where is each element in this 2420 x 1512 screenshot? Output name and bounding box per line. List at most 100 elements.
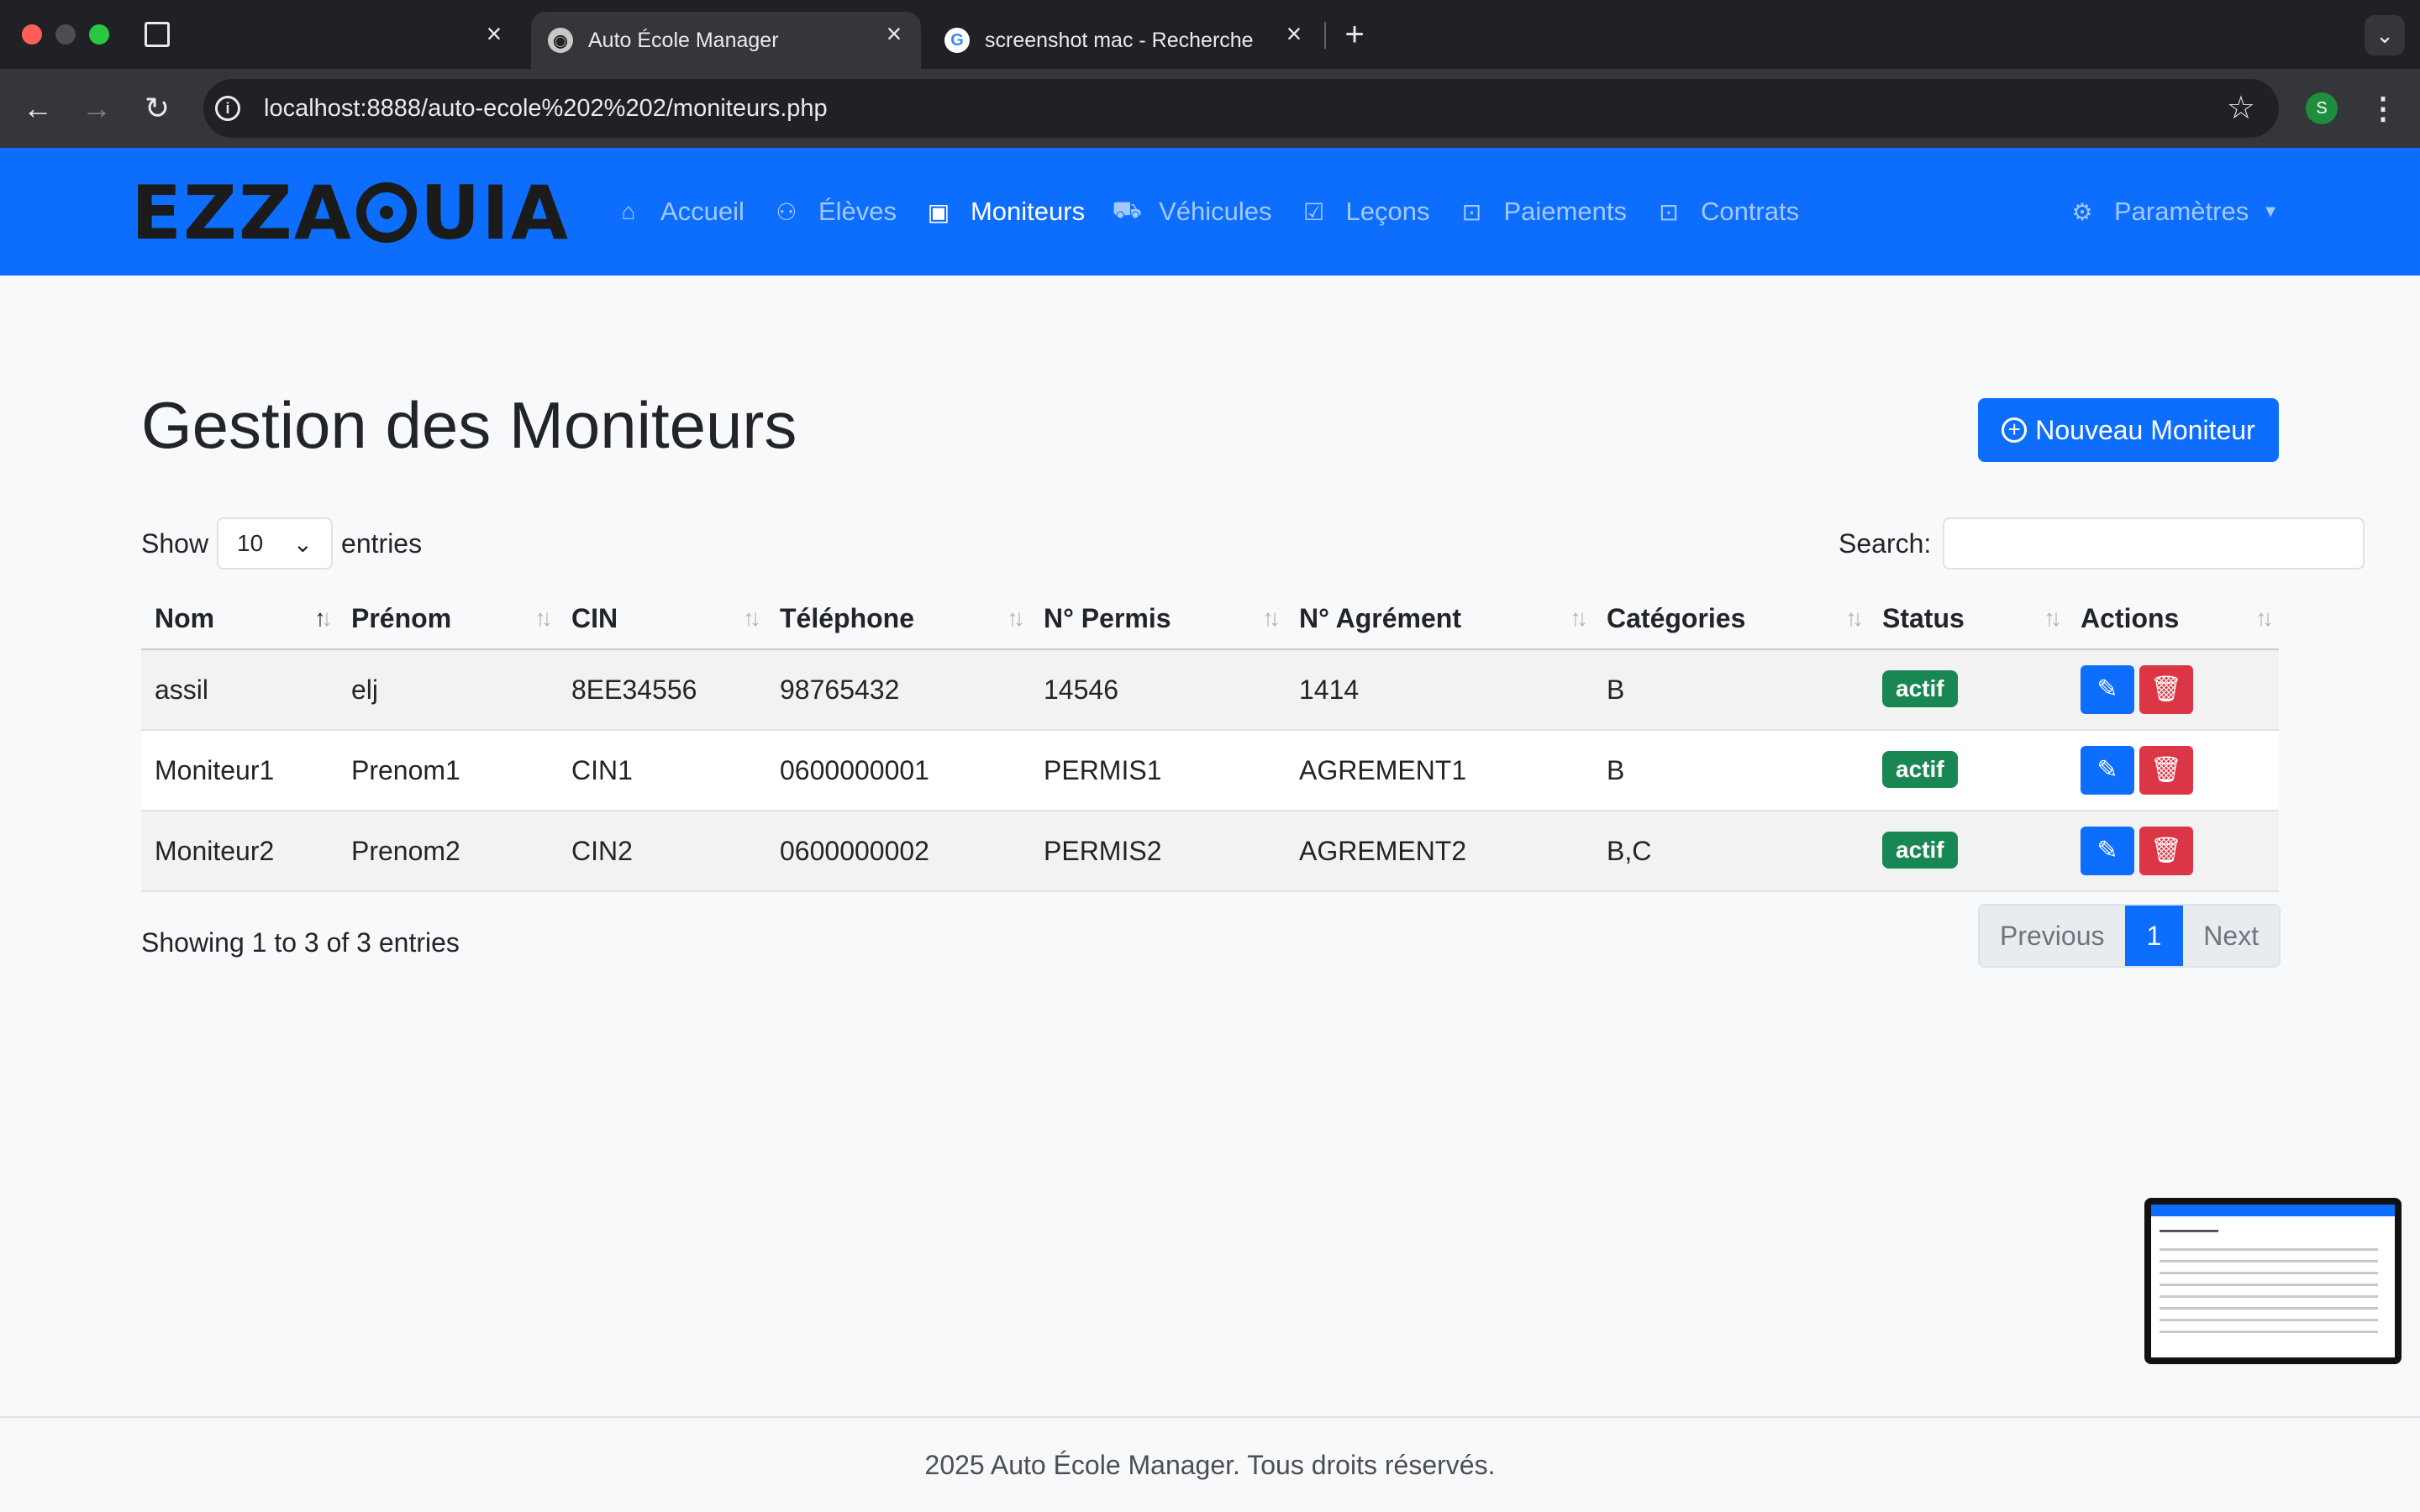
column-header-cin[interactable]: CIN ↑↓ bbox=[558, 588, 766, 650]
nav-item-paiements[interactable]: ⊡ Paiements bbox=[1456, 197, 1627, 227]
thumbnail-line bbox=[2160, 1319, 2378, 1321]
nav-item-accueil[interactable]: ⌂ Accueil bbox=[613, 197, 744, 227]
tab-google-search[interactable]: G screenshot mac - Recherche bbox=[928, 12, 1281, 69]
pagination-next[interactable]: Next bbox=[2183, 906, 2280, 966]
column-header-label: CIN bbox=[571, 602, 618, 633]
sort-icon: ↑↓ bbox=[1845, 605, 1864, 631]
thumbnail-line bbox=[2160, 1272, 2378, 1274]
cell-cin: 8EE34556 bbox=[558, 649, 766, 731]
bookmark-star-icon[interactable]: ☆ bbox=[2227, 89, 2255, 128]
nav-item-vehicules[interactable]: ⛟ Véhicules bbox=[1112, 197, 1271, 227]
thumbnail-preview bbox=[2151, 1205, 2395, 1357]
delete-button[interactable]: 🗑 bbox=[2139, 827, 2193, 875]
pinned-tab-icon[interactable] bbox=[145, 22, 170, 47]
column-header-status[interactable]: Status ↑↓ bbox=[1869, 588, 2067, 650]
search-label: Search: bbox=[1839, 528, 1932, 559]
column-header-permis[interactable]: N° Permis ↑↓ bbox=[1030, 588, 1286, 650]
column-header-telephone[interactable]: Téléphone ↑↓ bbox=[766, 588, 1030, 650]
column-header-nom[interactable]: Nom ↑↓ bbox=[141, 588, 338, 650]
forward-arrow-icon[interactable]: → bbox=[76, 87, 118, 129]
settings-dropdown[interactable]: ⚙ Paramètres ▼ bbox=[2067, 148, 2279, 276]
sort-asc-icon: ↑↓ bbox=[314, 605, 333, 631]
cell-actions: ✎ 🗑 bbox=[2067, 811, 2279, 892]
browser-menu-icon[interactable]: ⋮ bbox=[2368, 87, 2398, 129]
cell-nom: Moniteur2 bbox=[141, 811, 338, 892]
profile-avatar[interactable]: S bbox=[2306, 92, 2338, 124]
column-header-label: N° Agrément bbox=[1299, 602, 1461, 633]
sort-icon: ↑↓ bbox=[2255, 605, 2274, 631]
reload-icon[interactable]: ↻ bbox=[136, 87, 178, 129]
chevron-down-icon: ⌄ bbox=[292, 530, 313, 557]
cell-permis: PERMIS2 bbox=[1030, 811, 1286, 892]
cell-agrement: 1414 bbox=[1286, 649, 1593, 731]
address-bar[interactable]: i localhost:8888/auto-ecole%202%202/moni… bbox=[203, 79, 2279, 138]
window-close-button[interactable] bbox=[22, 24, 42, 45]
sort-icon: ↑↓ bbox=[534, 605, 553, 631]
table-row: Moniteur2 Prenom2 CIN2 0600000002 PERMIS… bbox=[141, 811, 2279, 892]
column-header-agrement[interactable]: N° Agrément ↑↓ bbox=[1286, 588, 1593, 650]
pagination-previous[interactable]: Previous bbox=[1980, 906, 2125, 966]
window-minimize-button[interactable] bbox=[55, 24, 76, 45]
nav-item-eleves[interactable]: ⚇ Élèves bbox=[771, 197, 897, 227]
contract-icon: ⊡ bbox=[1659, 198, 1679, 225]
entries-length-select[interactable]: 10 ⌄ bbox=[217, 517, 334, 570]
delete-button[interactable]: 🗑 bbox=[2139, 746, 2193, 795]
tab-close-icon[interactable]: × bbox=[477, 17, 511, 50]
table-header-row: Nom ↑↓ Prénom ↑↓ CIN ↑↓ Téléphone ↑↓ N° Perm… bbox=[141, 588, 2279, 650]
site-info-icon[interactable]: i bbox=[215, 96, 240, 121]
search-input[interactable] bbox=[1943, 517, 2365, 570]
cell-prenom: Prenom1 bbox=[338, 730, 558, 811]
new-moniteur-label: Nouveau Moniteur bbox=[2035, 414, 2255, 445]
tab-close-icon[interactable]: × bbox=[877, 17, 911, 50]
cell-categories: B bbox=[1593, 730, 1869, 811]
nav-item-label: Élèves bbox=[818, 197, 897, 226]
edit-button[interactable]: ✎ bbox=[2081, 665, 2134, 714]
nav-item-lecons[interactable]: ☑ Leçons bbox=[1299, 197, 1430, 227]
cell-categories: B bbox=[1593, 649, 1869, 731]
trash-icon: 🗑 bbox=[2149, 675, 2183, 703]
window-zoom-button[interactable] bbox=[89, 24, 109, 45]
nav-item-contrats[interactable]: ⊡ Contrats bbox=[1654, 197, 1799, 227]
column-header-actions[interactable]: Actions ↑↓ bbox=[2067, 588, 2279, 650]
nav-item-label: Contrats bbox=[1700, 197, 1800, 226]
url-text[interactable]: localhost:8888/auto-ecole%202%202/monite… bbox=[264, 79, 828, 138]
column-header-categories[interactable]: Catégories ↑↓ bbox=[1593, 588, 1869, 650]
nav-item-label: Véhicules bbox=[1159, 197, 1272, 226]
column-header-prenom[interactable]: Prénom ↑↓ bbox=[338, 588, 558, 650]
cell-telephone: 0600000001 bbox=[766, 730, 1030, 811]
edit-button[interactable]: ✎ bbox=[2081, 746, 2134, 795]
pagination-page-current[interactable]: 1 bbox=[2124, 906, 2184, 966]
new-tab-button[interactable]: + bbox=[1339, 13, 1370, 55]
tab-search-button[interactable]: ⌄ bbox=[2365, 15, 2405, 55]
tab-title: screenshot mac - Recherche bbox=[985, 28, 1254, 52]
brand-logo[interactable]: EZZA UIA bbox=[131, 170, 570, 256]
nav-item-moniteurs[interactable]: ▣ Moniteurs bbox=[923, 197, 1085, 227]
column-header-label: Status bbox=[1882, 602, 1965, 633]
column-header-label: Actions bbox=[2081, 602, 2180, 633]
cash-icon: ⊡ bbox=[1461, 198, 1482, 225]
entries-label: entries bbox=[341, 528, 423, 559]
page-title: Gestion des Moniteurs bbox=[141, 388, 797, 462]
gear-icon: ⚙ bbox=[2071, 198, 2093, 225]
table-row: Moniteur1 Prenom1 CIN1 0600000001 PERMIS… bbox=[141, 730, 2279, 811]
caret-down-icon: ▼ bbox=[2262, 202, 2280, 221]
thumbnail-line bbox=[2160, 1307, 2378, 1310]
screenshot-thumbnail[interactable] bbox=[2144, 1198, 2402, 1364]
plus-circle-icon: + bbox=[2002, 417, 2028, 443]
column-header-label: Catégories bbox=[1607, 602, 1746, 633]
cell-prenom: elj bbox=[338, 649, 558, 731]
nav-item-label: Moniteurs bbox=[970, 197, 1086, 226]
new-moniteur-button[interactable]: + Nouveau Moniteur bbox=[1978, 398, 2279, 462]
thumbnail-line bbox=[2160, 1331, 2378, 1333]
badge-icon: ▣ bbox=[927, 198, 950, 225]
people-icon: ⚇ bbox=[776, 198, 797, 225]
brand-text-left: EZZA bbox=[131, 169, 353, 256]
column-header-label: N° Permis bbox=[1044, 602, 1171, 633]
edit-button[interactable]: ✎ bbox=[2081, 827, 2134, 875]
delete-button[interactable]: 🗑 bbox=[2139, 665, 2193, 714]
tab-auto-ecole[interactable]: ◉ Auto École Manager bbox=[531, 12, 921, 69]
app-favicon-icon: ◉ bbox=[548, 28, 573, 53]
back-arrow-icon[interactable]: ← bbox=[17, 87, 59, 129]
show-label: Show bbox=[141, 528, 209, 559]
tab-close-icon[interactable]: × bbox=[1277, 17, 1311, 50]
